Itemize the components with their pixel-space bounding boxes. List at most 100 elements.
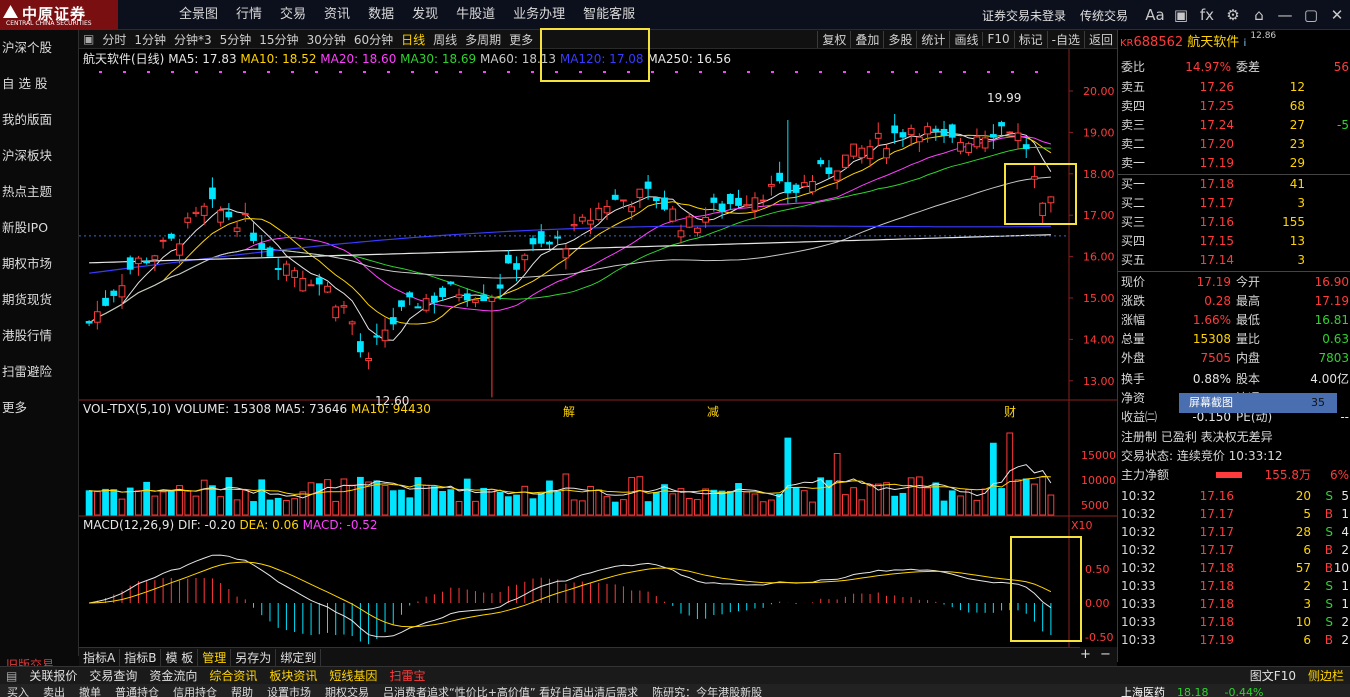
- sidebar-item-7[interactable]: 期货现货: [0, 282, 78, 318]
- settings-icon[interactable]: ⚙: [1220, 6, 1246, 24]
- quick-item-7[interactable]: 期权交易: [318, 686, 376, 697]
- brand-logo: 中原证券 CENTRAL CHINA SECURITIES: [0, 0, 118, 30]
- index-ticker[interactable]: 上海医药 18.18 -0.44%: [1117, 684, 1350, 697]
- skin-icon[interactable]: ⌂: [1246, 6, 1272, 24]
- period-8[interactable]: 周线: [429, 31, 461, 48]
- period-5[interactable]: 30分钟: [303, 31, 350, 48]
- sidebar-item-6[interactable]: 期权市场: [0, 246, 78, 282]
- login-status[interactable]: 证券交易未登录: [982, 7, 1066, 24]
- zoom-in-button[interactable]: +: [1080, 647, 1091, 662]
- quick-item-3[interactable]: 普通持仓: [108, 686, 166, 697]
- info-tab-1[interactable]: 交易查询: [83, 667, 143, 684]
- toolbar-btn-0[interactable]: 复权: [817, 30, 850, 48]
- indicator-tab-1[interactable]: 指标B: [120, 648, 162, 666]
- sidebar-item-5[interactable]: 新股IPO: [0, 210, 78, 246]
- info-tab-6[interactable]: 扫雷宝: [383, 667, 431, 684]
- period-10[interactable]: 更多: [505, 31, 537, 48]
- period-6[interactable]: 60分钟: [350, 31, 397, 48]
- zoom-out-button[interactable]: −: [1100, 647, 1111, 662]
- sidebar-item-2[interactable]: 我的版面: [0, 102, 78, 138]
- period-1[interactable]: 1分钟: [130, 31, 170, 48]
- expand-icon[interactable]: ▤: [0, 669, 23, 683]
- quick-item-5[interactable]: 帮助: [224, 686, 260, 697]
- nav-item-5[interactable]: 发现: [403, 0, 447, 30]
- toolbar-btn-7[interactable]: -自选: [1046, 30, 1084, 48]
- sidebar-item-1[interactable]: 自 选 股: [0, 66, 78, 102]
- nav-item-8[interactable]: 智能客服: [574, 0, 644, 30]
- indicator-tab-0[interactable]: 指标A: [79, 648, 121, 666]
- toolbar-btn-2[interactable]: 多股: [883, 30, 916, 48]
- candle-body: [792, 184, 800, 193]
- toolbar-btn-8[interactable]: 返回: [1083, 30, 1117, 48]
- tick-vol: 10: [1295, 615, 1311, 629]
- info-tab-0[interactable]: 关联报价: [23, 667, 83, 684]
- nav-item-2[interactable]: 交易: [271, 0, 315, 30]
- indicator-tab-4[interactable]: 另存为: [231, 648, 277, 666]
- indicator-tab-5[interactable]: 绑定到: [276, 648, 322, 666]
- volume-bar: [620, 499, 627, 516]
- quick-item-4[interactable]: 信用持仓: [166, 686, 224, 697]
- sidebar-item-9[interactable]: 扫雷避险: [0, 354, 78, 390]
- candle-body: [340, 305, 348, 308]
- bid-volume: 3: [1297, 253, 1305, 267]
- event-jie[interactable]: 解: [563, 405, 575, 419]
- ma-item-3: MA30: 18.69: [400, 52, 480, 66]
- period-7[interactable]: 日线: [397, 31, 429, 48]
- event-cai[interactable]: 财: [1004, 405, 1016, 419]
- toolbar-btn-1[interactable]: 叠加: [850, 30, 883, 48]
- nav-item-7[interactable]: 业务办理: [504, 0, 574, 30]
- nav-item-1[interactable]: 行情: [227, 0, 271, 30]
- info-icon[interactable]: ⅰ: [1243, 38, 1246, 49]
- period-0[interactable]: 分时: [98, 31, 130, 48]
- font-size-icon[interactable]: Aa: [1142, 6, 1168, 24]
- quick-item-1[interactable]: 卖出: [36, 686, 72, 697]
- candle-body: [570, 224, 578, 227]
- sidebar-toggle[interactable]: 侧边栏: [1302, 667, 1350, 684]
- info-tab-3[interactable]: 综合资讯: [203, 667, 263, 684]
- toolbar-btn-5[interactable]: F10: [982, 32, 1013, 46]
- nav-item-0[interactable]: 全景图: [170, 0, 227, 30]
- tick-count: 1: [1341, 579, 1349, 593]
- quick-item-2[interactable]: 撤单: [72, 686, 108, 697]
- nav-item-4[interactable]: 数据: [359, 0, 403, 30]
- minimize-icon[interactable]: —: [1272, 6, 1298, 24]
- sidebar-item-3[interactable]: 沪深板块: [0, 138, 78, 174]
- info-tab-4[interactable]: 板块资讯: [263, 667, 323, 684]
- indicator-tab-3[interactable]: 管理: [198, 648, 232, 666]
- quick-item-9[interactable]: 陈研究：今年港股新股: [645, 686, 769, 697]
- sidebar-item-8[interactable]: 港股行情: [0, 318, 78, 354]
- info-tab-5[interactable]: 短线基因: [323, 667, 383, 684]
- sidebar-item-10[interactable]: 更多: [0, 390, 78, 426]
- indicator-tab-2[interactable]: 模 板: [161, 648, 199, 666]
- macd-item-2: MACD: -0.52: [303, 518, 378, 532]
- period-3[interactable]: 5分钟: [216, 31, 256, 48]
- maximize-icon[interactable]: ▢: [1298, 6, 1324, 24]
- toolbar-btn-4[interactable]: 画线: [949, 30, 982, 48]
- volume-bar: [299, 491, 307, 516]
- event-jian[interactable]: 减: [707, 405, 719, 419]
- nav-item-3[interactable]: 资讯: [315, 0, 359, 30]
- bid-price: 17.18: [1199, 177, 1234, 191]
- period-9[interactable]: 多周期: [461, 31, 505, 48]
- grid-icon[interactable]: ▣: [79, 32, 98, 46]
- sidebar-item-4[interactable]: 热点主题: [0, 174, 78, 210]
- trade-mode[interactable]: 传统交易: [1080, 7, 1128, 24]
- period-2[interactable]: 分钟*3: [170, 31, 216, 48]
- info-tab-2[interactable]: 资金流向: [143, 667, 203, 684]
- quick-item-8[interactable]: 吕消费者追求“性价比+高价值” 看好自酒出清后需求: [376, 686, 645, 697]
- toolbar-btn-3[interactable]: 统计: [916, 30, 949, 48]
- f10-button[interactable]: 图文F10: [1244, 667, 1302, 684]
- nav-item-6[interactable]: 牛股道: [447, 0, 504, 30]
- sidebar-item-0[interactable]: 沪深个股: [0, 30, 78, 66]
- volume-bar: [135, 490, 142, 516]
- quick-item-0[interactable]: 买入: [0, 686, 36, 697]
- candle-body: [463, 293, 471, 301]
- chart-area[interactable]: ▣ 分时 1分钟 分钟*3 5分钟 15分钟 30分钟 60分钟 日线 周线 多周期 更多 复权 叠加 多股…: [79, 30, 1117, 662]
- period-4[interactable]: 15分钟: [255, 31, 302, 48]
- quick-item-6[interactable]: 设置市场: [260, 686, 318, 697]
- formula-icon[interactable]: fx: [1194, 6, 1220, 24]
- layout-icon[interactable]: ▣: [1168, 6, 1194, 24]
- toolbar-btn-6[interactable]: 标记: [1013, 30, 1047, 48]
- kline-chart[interactable]: 航天软件(日线) MA5: 17.83 MA10: 18.52 MA20: 18…: [79, 49, 1117, 662]
- close-icon[interactable]: ✕: [1324, 6, 1350, 24]
